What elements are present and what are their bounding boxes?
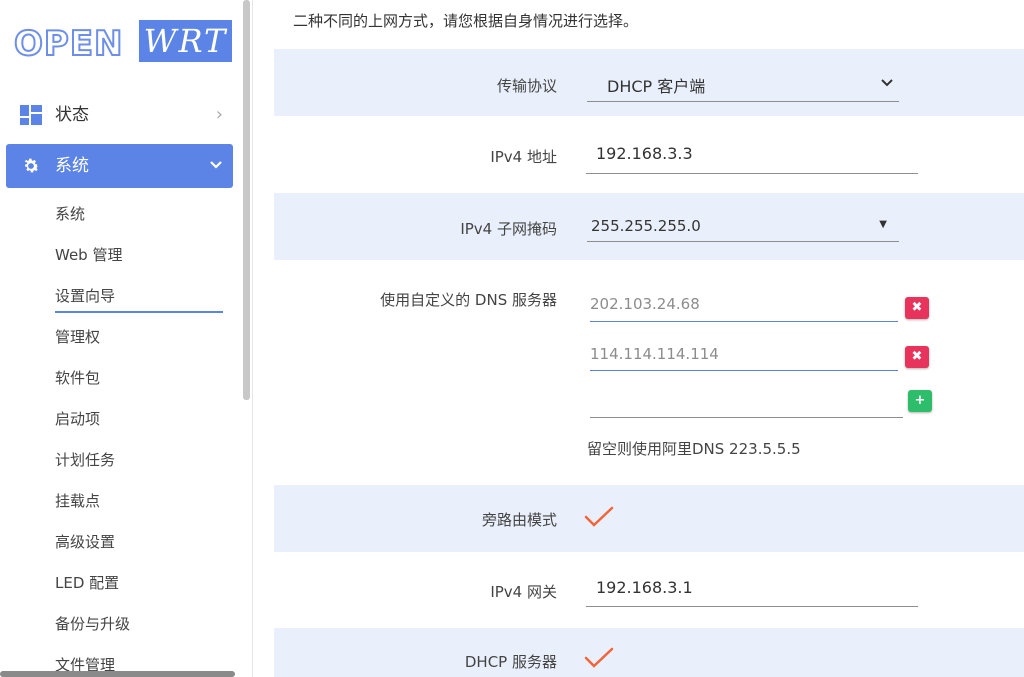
sidebar-item-backup-upgrade[interactable]: 备份与升级 <box>55 613 130 635</box>
dns-hint: 留空则使用阿里DNS 223.5.5.5 <box>587 440 801 458</box>
sidebar: OPEN WRT 状态 › 系统 系统 Web 管理 设置向导 管理权 软件包 … <box>0 0 240 677</box>
dns-input-new[interactable] <box>590 392 903 418</box>
sidebar-divider <box>252 0 253 677</box>
sidebar-item-advanced[interactable]: 高级设置 <box>55 531 115 553</box>
sidebar-item-scheduled-tasks[interactable]: 计划任务 <box>55 449 115 471</box>
dns-value-1: 202.103.24.68 <box>590 295 700 313</box>
chevron-right-icon: › <box>215 104 223 125</box>
gateway-label: IPv4 网关 <box>490 583 557 601</box>
sidebar-item-admin[interactable]: 管理权 <box>55 326 100 348</box>
logo-wrt-box: WRT <box>139 20 232 62</box>
ipv4-address-value: 192.168.3.3 <box>596 144 693 163</box>
sidebar-item-setup-wizard[interactable]: 设置向导 <box>55 285 223 313</box>
dns-input-1[interactable]: 202.103.24.68 <box>590 295 898 322</box>
chevron-down-icon <box>210 161 222 169</box>
dhcp-server-row: DHCP 服务器 <box>274 628 1024 677</box>
delete-icon: ✖ <box>911 300 923 315</box>
sidebar-item-packages[interactable]: 软件包 <box>55 367 100 389</box>
menu-status-label: 状态 <box>55 105 89 125</box>
dns-delete-button-2[interactable]: ✖ <box>905 346 929 368</box>
protocol-value: DHCP 客户端 <box>607 77 706 96</box>
protocol-label: 传输协议 <box>496 77 557 95</box>
sidebar-scrollbar[interactable] <box>243 0 250 400</box>
dropdown-arrow-icon: ▼ <box>879 219 887 230</box>
sidebar-item-led[interactable]: LED 配置 <box>55 572 119 594</box>
intro-text: 二种不同的上网方式，请您根据自身情况进行选择。 <box>293 12 639 30</box>
logo-wrt-text: WRT <box>143 22 228 60</box>
gateway-value: 192.168.3.1 <box>596 578 693 597</box>
dns-delete-button-1[interactable]: ✖ <box>905 297 929 319</box>
openwrt-logo[interactable]: OPEN WRT <box>13 20 234 66</box>
dhcp-server-label: DHCP 服务器 <box>464 653 557 671</box>
checkmark-icon[interactable] <box>584 505 614 529</box>
menu-status[interactable]: 状态 › <box>6 93 233 137</box>
menu-system[interactable]: 系统 <box>6 144 233 188</box>
dns-input-2[interactable]: 114.114.114.114 <box>590 345 898 371</box>
menu-system-label: 系统 <box>55 156 89 176</box>
dns-value-2: 114.114.114.114 <box>590 345 719 363</box>
netmask-value: 255.255.255.0 <box>591 217 701 235</box>
sidebar-item-mount-points[interactable]: 挂载点 <box>55 490 100 512</box>
dashboard-icon <box>20 105 42 125</box>
gateway-input[interactable]: 192.168.3.1 <box>586 574 918 607</box>
protocol-select[interactable]: DHCP 客户端 <box>587 69 899 102</box>
netmask-select[interactable]: 255.255.255.0 ▼ <box>587 213 899 242</box>
bypass-row: 旁路由模式 <box>274 485 1024 552</box>
sidebar-item-system[interactable]: 系统 <box>55 203 85 225</box>
dns-add-button[interactable]: + <box>908 390 932 412</box>
chevron-down-icon <box>881 79 893 87</box>
netmask-label: IPv4 子网掩码 <box>460 220 557 238</box>
checkmark-icon[interactable] <box>584 646 614 670</box>
delete-icon: ✖ <box>911 349 923 364</box>
ipv4-address-input[interactable]: 192.168.3.3 <box>586 140 918 174</box>
dns-label: 使用自定义的 DNS 服务器 <box>380 291 557 309</box>
gateway-row: IPv4 网关 192.168.3.1 <box>274 556 1024 624</box>
sidebar-item-startup[interactable]: 启动项 <box>55 408 100 430</box>
netmask-row: IPv4 子网掩码 255.255.255.0 ▼ <box>274 193 1024 260</box>
ipv4-address-row: IPv4 地址 192.168.3.3 <box>274 120 1024 188</box>
gear-icon <box>24 158 39 173</box>
horizontal-scrollbar[interactable] <box>0 671 235 677</box>
bypass-label: 旁路由模式 <box>481 511 557 529</box>
sidebar-item-web-admin[interactable]: Web 管理 <box>55 244 122 266</box>
logo-open-text: OPEN <box>13 23 124 65</box>
protocol-row: 传输协议 DHCP 客户端 <box>274 49 1024 116</box>
plus-icon: + <box>914 393 926 408</box>
ipv4-address-label: IPv4 地址 <box>490 148 557 166</box>
